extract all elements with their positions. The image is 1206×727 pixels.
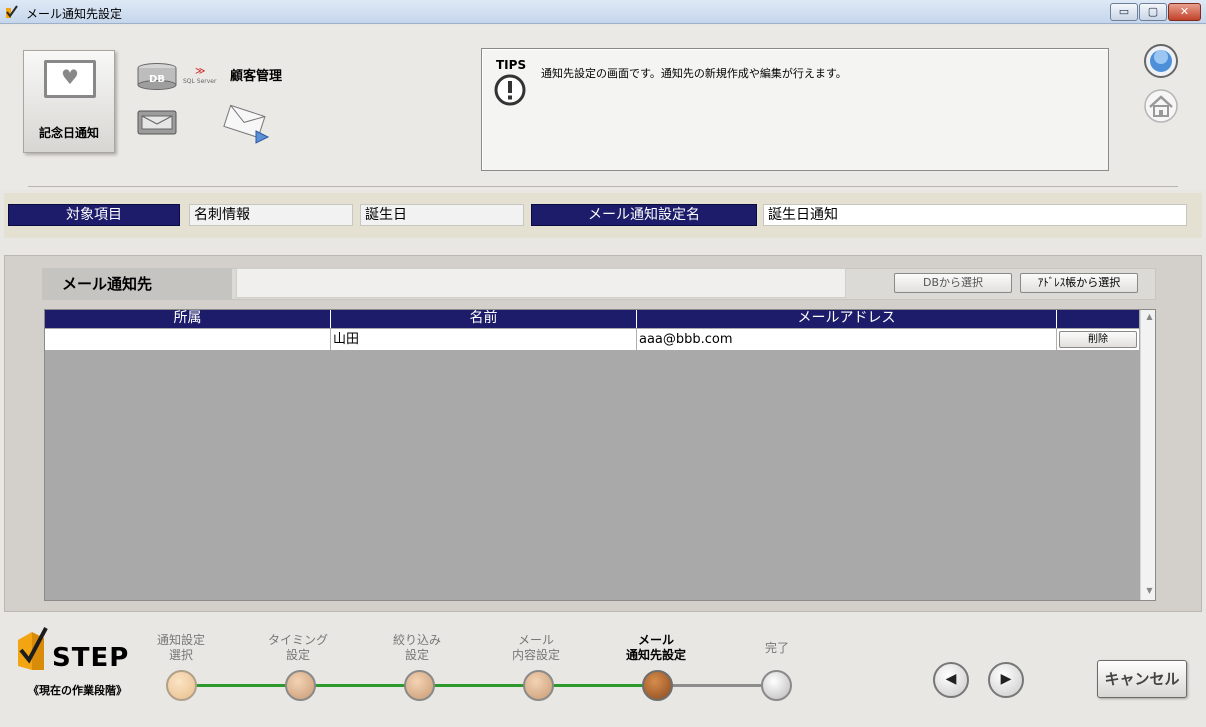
database-icon: DB (137, 63, 177, 90)
recipient-table: 所属 名前 メールアドレス 山田 aaa@bbb.com 削除 ▲ ▼ (44, 309, 1156, 601)
step-title: STEP (52, 643, 130, 673)
send-mail-icon (223, 104, 270, 144)
step-label-filter: 絞り込み 設定 (392, 633, 441, 662)
app-logo-icon (6, 5, 18, 18)
step-dot-3 (404, 670, 435, 701)
column-header-action (1057, 310, 1139, 328)
step-dot-4 (523, 670, 554, 701)
window-title: メール通知先設定 (26, 7, 123, 21)
mail-icon (137, 110, 177, 135)
table-header: 所属 名前 メールアドレス (45, 310, 1139, 328)
customer-management-label: 顧客管理 (230, 69, 283, 84)
step-subtitle: 《現在の作業段階》 (28, 684, 127, 697)
tips-panel: TIPS 通知先設定の画面です。通知先の新規作成や編集が行えます。 (481, 48, 1109, 171)
step-label-complete: 完了 (764, 641, 789, 655)
step-check-icon (18, 627, 48, 670)
anniversary-notify-tile[interactable]: ♥ 記念日通知 (23, 50, 115, 153)
delete-button[interactable]: 削除 (1059, 331, 1137, 348)
select-from-db-button[interactable]: DBから選択 (894, 273, 1012, 293)
header-divider (28, 186, 1178, 187)
scroll-up-icon[interactable]: ▲ (1141, 312, 1155, 321)
maximize-icon: ▢ (1147, 5, 1159, 18)
cell-email[interactable]: aaa@bbb.com (637, 329, 1057, 350)
cancel-button[interactable]: キャンセル (1097, 660, 1187, 698)
title-bar: メール通知先設定 ▭ ▢ ✕ (0, 0, 1206, 24)
step-dot-6 (761, 670, 792, 701)
sql-server-logo: ≫ SQL Server (183, 66, 217, 85)
anniversary-label: 記念日通知 (38, 126, 99, 140)
close-icon: ✕ (1179, 5, 1190, 18)
help-icon[interactable] (1143, 43, 1179, 79)
target-birthday-field: 誕生日 (360, 204, 524, 226)
mail-setting-name-field[interactable]: 誕生日通知 (763, 204, 1187, 226)
step-dot-5-current (642, 670, 673, 701)
column-header-name[interactable]: 名前 (331, 310, 637, 328)
vertical-scrollbar[interactable]: ▲ ▼ (1140, 310, 1155, 600)
exclamation-icon (494, 74, 526, 106)
target-business-card-field: 名刺情報 (189, 204, 353, 226)
minimize-button[interactable]: ▭ (1110, 3, 1138, 21)
target-item-label: 対象項目 (8, 204, 180, 226)
column-header-email[interactable]: メールアドレス (637, 310, 1057, 328)
table-row[interactable]: 山田 aaa@bbb.com 削除 (45, 329, 1139, 350)
mail-setting-name-label: メール通知設定名 (531, 204, 757, 226)
step-label-notify-select: 通知設定 選択 (156, 633, 205, 662)
next-button[interactable]: ▶ (988, 662, 1024, 698)
step-dot-1 (166, 670, 197, 701)
home-icon[interactable] (1143, 88, 1179, 124)
column-header-dept[interactable]: 所属 (45, 310, 331, 328)
svg-text:DB: DB (149, 74, 165, 85)
step-label-recipient: メール 通知先設定 (625, 633, 686, 662)
cell-name[interactable]: 山田 (331, 329, 637, 350)
arrow-left-icon: ◀ (945, 671, 957, 687)
recipient-info-field (236, 268, 846, 298)
step-label-mail-content: メール 内容設定 (511, 633, 560, 662)
tips-label: TIPS (496, 58, 527, 72)
maximize-button[interactable]: ▢ (1139, 3, 1167, 21)
progress-remaining-line (657, 684, 777, 687)
cell-dept[interactable] (45, 329, 331, 350)
recipient-label: メール通知先 (42, 268, 232, 300)
step-dot-2 (285, 670, 316, 701)
minimize-icon: ▭ (1118, 5, 1130, 18)
previous-button[interactable]: ◀ (933, 662, 969, 698)
scroll-down-icon[interactable]: ▼ (1141, 586, 1155, 595)
tips-text: 通知先設定の画面です。通知先の新規作成や編集が行えます。 (541, 67, 847, 80)
close-button[interactable]: ✕ (1168, 3, 1201, 21)
heart-monitor-icon: ♥ (44, 60, 96, 98)
select-from-address-book-button[interactable]: ｱﾄﾞﾚｽ帳から選択 (1020, 273, 1138, 293)
step-label-timing: タイミング 設定 (267, 633, 328, 662)
arrow-right-icon: ▶ (1000, 671, 1012, 687)
